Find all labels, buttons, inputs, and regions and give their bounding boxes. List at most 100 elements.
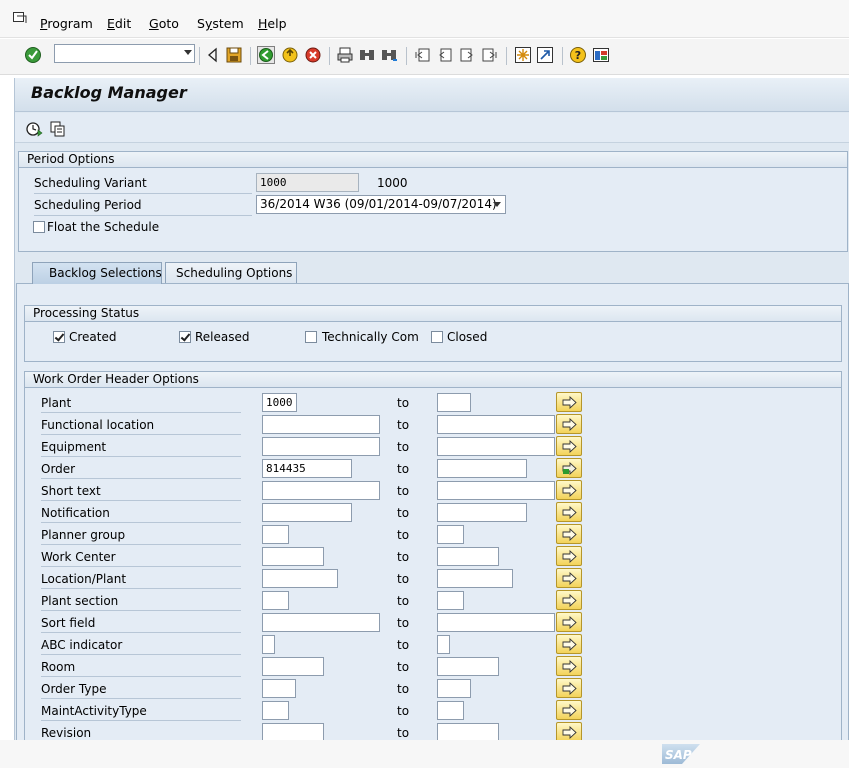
toolbar-separator <box>506 47 507 65</box>
cancel-icon[interactable] <box>304 46 322 64</box>
multiple-selection-arrow-icon <box>562 418 577 431</box>
to-field-short-text[interactable] <box>437 481 555 500</box>
multiple-selection-button[interactable] <box>556 656 582 676</box>
to-field-planner-group[interactable] <box>437 525 464 544</box>
from-field-planner-group[interactable] <box>262 525 289 544</box>
last-page-icon[interactable] <box>480 46 498 64</box>
row-label-equipment: Equipment <box>41 440 107 454</box>
toolbar-separator <box>199 47 200 65</box>
to-field-sort-field[interactable] <box>437 613 555 632</box>
multiple-selection-button[interactable] <box>556 634 582 654</box>
command-field-dropdown-icon[interactable] <box>184 50 192 55</box>
multiple-selection-button[interactable] <box>556 612 582 632</box>
multiple-selection-button[interactable] <box>556 568 582 588</box>
released-checkbox[interactable] <box>179 331 191 343</box>
menu-goto[interactable]: Goto <box>149 16 179 31</box>
chevron-down-icon[interactable] <box>493 202 501 207</box>
from-field-room[interactable] <box>262 657 324 676</box>
float-schedule-checkbox[interactable] <box>33 221 45 233</box>
status-bar <box>0 740 849 768</box>
multiple-selection-button[interactable] <box>556 480 582 500</box>
menu-program-rest: rogram <box>47 16 93 31</box>
from-field-notification[interactable] <box>262 503 352 522</box>
enter-icon[interactable] <box>24 46 42 64</box>
multiple-selection-button[interactable] <box>556 414 582 434</box>
get-variant-icon[interactable] <box>49 120 67 138</box>
back-icon[interactable] <box>257 46 275 64</box>
from-field-equipment[interactable] <box>262 437 380 456</box>
from-field-plant[interactable]: 1000 <box>262 393 297 412</box>
from-field-plant-section[interactable] <box>262 591 289 610</box>
from-field-order-type[interactable] <box>262 679 296 698</box>
to-field-room[interactable] <box>437 657 499 676</box>
multiple-selection-button[interactable] <box>556 722 582 742</box>
from-field-sort-field[interactable] <box>262 613 380 632</box>
from-field-maintactivitytype[interactable] <box>262 701 289 720</box>
previous-page-icon[interactable] <box>436 46 454 64</box>
to-field-order[interactable] <box>437 459 527 478</box>
shortcut-icon[interactable] <box>536 46 554 64</box>
label-underline <box>34 193 252 194</box>
menu-system[interactable]: System <box>197 16 244 31</box>
tab-backlog-selections[interactable]: Backlog Selections <box>32 262 162 284</box>
layout-icon[interactable] <box>592 46 610 64</box>
menu-icon[interactable] <box>13 12 27 24</box>
label-underline <box>34 215 252 216</box>
from-field-abc-indicator[interactable] <box>262 635 275 654</box>
multiple-selection-button[interactable] <box>556 502 582 522</box>
to-label: to <box>397 682 410 696</box>
help-icon[interactable]: ? <box>569 46 587 64</box>
to-field-order-type[interactable] <box>437 679 471 698</box>
print-icon[interactable] <box>336 46 354 64</box>
created-checkbox[interactable] <box>53 331 65 343</box>
to-field-plant-section[interactable] <box>437 591 464 610</box>
menu-help[interactable]: Help <box>258 16 287 31</box>
tab-scheduling-options[interactable]: Scheduling Options <box>165 262 297 284</box>
to-field-equipment[interactable] <box>437 437 555 456</box>
title-bar: Backlog Manager <box>15 78 849 112</box>
menu-edit[interactable]: Edit <box>107 16 131 31</box>
multiple-selection-button[interactable] <box>556 524 582 544</box>
from-field-location-plant[interactable] <box>262 569 338 588</box>
create-session-icon[interactable] <box>514 46 532 64</box>
to-field-functional-location[interactable] <box>437 415 555 434</box>
command-field-input[interactable] <box>55 45 179 62</box>
to-field-location-plant[interactable] <box>437 569 513 588</box>
multiple-selection-button[interactable] <box>556 678 582 698</box>
find-next-icon[interactable] <box>380 46 398 64</box>
toolbar-separator <box>250 47 251 65</box>
multiple-selection-button[interactable] <box>556 436 582 456</box>
technically-complete-checkbox[interactable] <box>305 331 317 343</box>
scheduling-period-dropdown[interactable]: 36/2014 W36 (09/01/2014-09/07/2014) <box>256 195 506 214</box>
toolbar-separator <box>562 47 563 65</box>
execute-icon[interactable] <box>25 120 43 138</box>
save-icon[interactable] <box>225 46 243 64</box>
menu-program[interactable]: Program <box>40 16 93 31</box>
to-field-plant[interactable] <box>437 393 471 412</box>
to-field-maintactivitytype[interactable] <box>437 701 464 720</box>
from-field-order[interactable]: 814435 <box>262 459 352 478</box>
multiple-selection-button[interactable] <box>556 392 582 412</box>
next-page-icon[interactable] <box>458 46 476 64</box>
back-arrow-icon[interactable] <box>204 46 222 64</box>
find-icon[interactable] <box>358 46 376 64</box>
exit-icon[interactable] <box>281 46 299 64</box>
from-field-short-text[interactable] <box>262 481 380 500</box>
command-field[interactable] <box>54 44 195 63</box>
multiple-selection-button[interactable] <box>556 546 582 566</box>
from-field-work-center[interactable] <box>262 547 324 566</box>
period-options-title: Period Options <box>19 152 847 168</box>
to-field-notification[interactable] <box>437 503 527 522</box>
to-field-abc-indicator[interactable] <box>437 635 450 654</box>
svg-text:?: ? <box>575 49 581 62</box>
multiple-selection-button[interactable] <box>556 458 582 478</box>
label-underline <box>41 412 241 413</box>
first-page-icon[interactable] <box>414 46 432 64</box>
row-label-sort-field: Sort field <box>41 616 96 630</box>
scheduling-variant-field[interactable]: 1000 <box>256 173 359 192</box>
multiple-selection-button[interactable] <box>556 700 582 720</box>
closed-checkbox[interactable] <box>431 331 443 343</box>
to-field-work-center[interactable] <box>437 547 499 566</box>
multiple-selection-button[interactable] <box>556 590 582 610</box>
from-field-functional-location[interactable] <box>262 415 380 434</box>
